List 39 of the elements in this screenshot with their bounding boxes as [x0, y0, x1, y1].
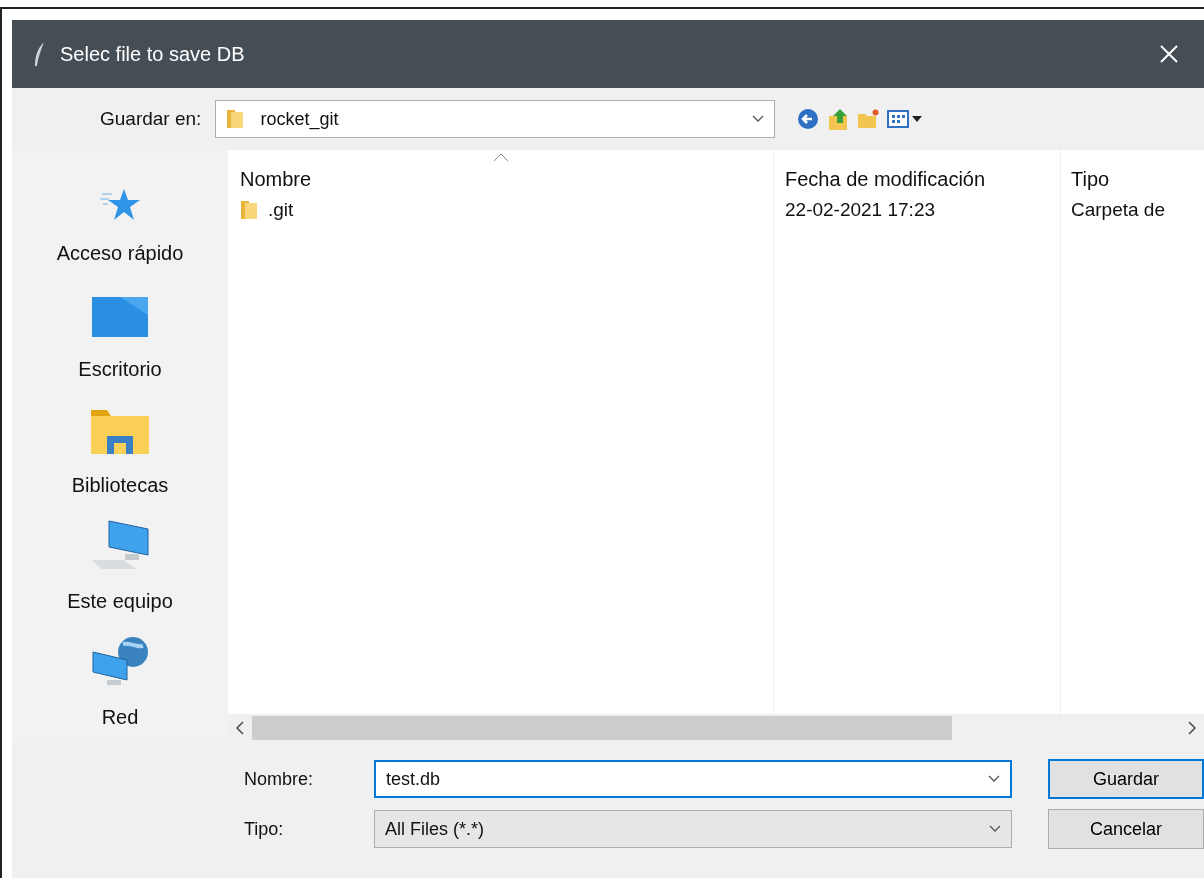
scroll-left-icon[interactable] [236, 721, 244, 735]
column-header[interactable]: Fecha de modificación [785, 150, 1060, 194]
field-label: Nombre: [243, 767, 315, 791]
table-cell-text: Carpeta de [1071, 197, 1165, 222]
field-label: Guardar en: [100, 106, 202, 131]
folder-icon [226, 108, 245, 130]
sidebar-item[interactable]: Acceso rápido [56, 162, 184, 278]
folder-icon [240, 199, 258, 221]
file-type-dropdown[interactable]: All Files (*.*) [374, 810, 1012, 848]
library-icon [91, 410, 149, 454]
network-icon [91, 636, 149, 686]
column-header[interactable]: Nombre [240, 150, 773, 194]
star-icon [100, 188, 140, 222]
column-header[interactable]: Tipo [1071, 150, 1204, 194]
scrollbar-thumb[interactable] [252, 716, 952, 740]
window-title: Selec file to save DB [60, 42, 246, 67]
desktop-icon [91, 296, 149, 338]
sidebar-item[interactable]: Red [91, 626, 149, 742]
table-cell-text: 22-02-2021 17:23 [785, 197, 935, 222]
scroll-right-icon[interactable] [1188, 721, 1196, 735]
save-button[interactable]: Guardar [1048, 759, 1204, 799]
caret-icon [989, 825, 1001, 833]
feather-icon [34, 42, 44, 66]
back-icon[interactable] [797, 108, 820, 130]
close-icon [1159, 44, 1179, 64]
new-folder-icon[interactable] [857, 109, 880, 129]
sidebar-item[interactable]: Bibliotecas [71, 394, 169, 510]
up-folder-icon[interactable] [827, 108, 850, 130]
view-menu-icon[interactable] [887, 109, 924, 129]
computer-icon [91, 520, 149, 570]
sidebar-item[interactable]: Escritorio [78, 278, 162, 394]
file-name-field[interactable]: test.db [374, 760, 1012, 798]
location-dropdown[interactable]: rocket_git [215, 100, 776, 138]
cancel-button[interactable]: Cancelar [1048, 809, 1204, 849]
caret-icon [752, 115, 765, 123]
table-cell-text: .git [268, 197, 294, 222]
caret-icon [988, 775, 1000, 783]
sidebar-item[interactable]: Este equipo [67, 510, 173, 626]
field-label: Tipo: [243, 817, 285, 841]
